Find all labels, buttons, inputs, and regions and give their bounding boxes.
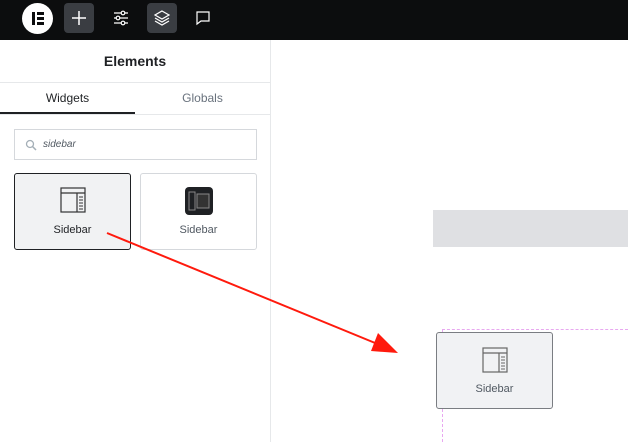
elementor-logo-icon (32, 12, 44, 25)
widget-search-input[interactable]: sidebar (14, 129, 257, 160)
widget-label: Sidebar (475, 383, 514, 395)
sidebar-widget-icon (59, 187, 86, 213)
dragged-widget-sidebar[interactable]: Sidebar (436, 332, 553, 409)
search-value: sidebar (43, 139, 76, 150)
tab-widgets[interactable]: Widgets (0, 83, 135, 114)
widget-label: Sidebar (179, 224, 218, 236)
comment-icon (196, 11, 210, 26)
plus-icon (72, 11, 86, 25)
structure-button[interactable] (147, 3, 177, 33)
sliders-icon (114, 10, 128, 26)
panel-title: Elements (0, 40, 270, 83)
site-settings-button[interactable] (106, 3, 136, 33)
tab-globals[interactable]: Globals (135, 83, 270, 114)
sidebar-widget-icon (481, 347, 508, 373)
elementor-logo-button[interactable] (22, 3, 53, 34)
drop-zone-guide-horizontal (442, 329, 628, 330)
top-toolbar (0, 0, 628, 40)
add-element-button[interactable] (64, 3, 94, 33)
widget-sidebar-pro[interactable]: Sidebar (140, 173, 257, 250)
sidebar-pro-icon (184, 187, 213, 215)
comments-button[interactable] (188, 3, 218, 33)
search-icon (25, 139, 37, 151)
layers-icon (154, 10, 170, 26)
widget-label: Sidebar (53, 224, 92, 236)
canvas-section-placeholder (433, 210, 628, 247)
elements-panel: Elements Widgets Globals sidebar Sidebar… (0, 40, 271, 442)
widget-sidebar[interactable]: Sidebar (14, 173, 131, 250)
